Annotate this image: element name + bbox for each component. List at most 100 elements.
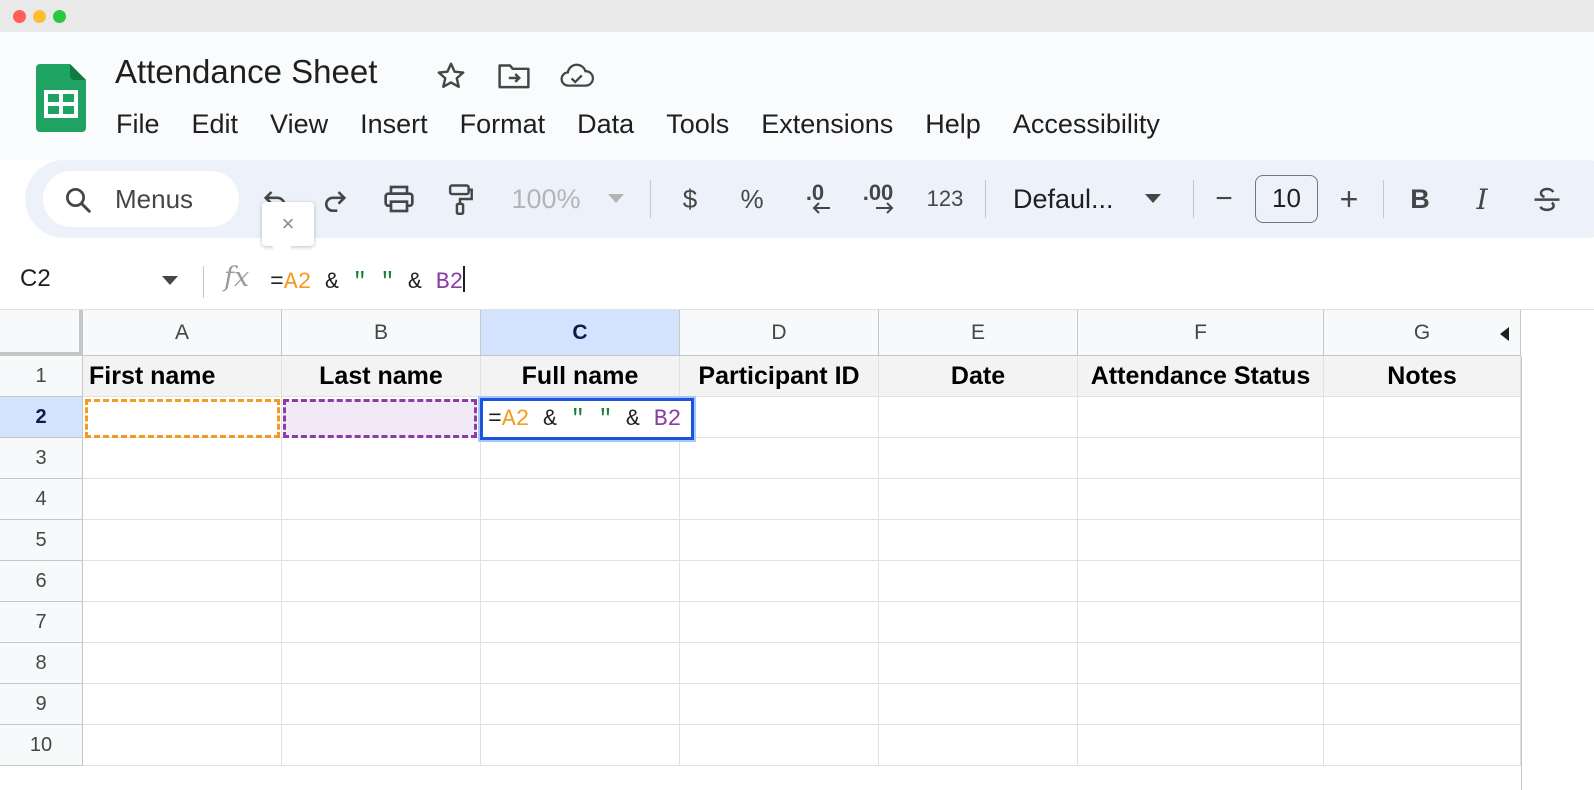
select-all-corner[interactable] bbox=[0, 310, 83, 356]
cloud-saved-icon[interactable] bbox=[559, 58, 595, 94]
cell-a7[interactable] bbox=[83, 602, 282, 643]
cell-b9[interactable] bbox=[282, 684, 481, 725]
row-header-4[interactable]: 4 bbox=[0, 479, 83, 520]
column-header-d[interactable]: D bbox=[680, 310, 879, 356]
tooltip-close-icon[interactable]: × bbox=[262, 202, 314, 246]
cell-e8[interactable] bbox=[879, 643, 1078, 684]
strikethrough-icon[interactable] bbox=[1527, 178, 1567, 220]
row-header-3[interactable]: 3 bbox=[0, 438, 83, 479]
column-header-b[interactable]: B bbox=[282, 310, 481, 356]
cell-g2[interactable] bbox=[1324, 397, 1521, 438]
cell-d7[interactable] bbox=[680, 602, 879, 643]
cell-f6[interactable] bbox=[1078, 561, 1324, 602]
document-title[interactable]: Attendance Sheet bbox=[115, 53, 377, 91]
cell-c6[interactable] bbox=[481, 561, 680, 602]
cell-b4[interactable] bbox=[282, 479, 481, 520]
cell-c3[interactable] bbox=[481, 438, 680, 479]
cell-b5[interactable] bbox=[282, 520, 481, 561]
scroll-left-arrow-icon[interactable] bbox=[1500, 327, 1509, 341]
cell-f1[interactable]: Attendance Status bbox=[1078, 356, 1324, 397]
cell-e9[interactable] bbox=[879, 684, 1078, 725]
row-header-6[interactable]: 6 bbox=[0, 561, 83, 602]
column-header-c[interactable]: C bbox=[481, 310, 680, 356]
cell-a6[interactable] bbox=[83, 561, 282, 602]
cell-a4[interactable] bbox=[83, 479, 282, 520]
cell-g9[interactable] bbox=[1324, 684, 1521, 725]
cell-d2[interactable] bbox=[680, 397, 879, 438]
cell-d9[interactable] bbox=[680, 684, 879, 725]
menu-insert[interactable]: Insert bbox=[344, 104, 444, 144]
cell-c9[interactable] bbox=[481, 684, 680, 725]
cell-d1[interactable]: Participant ID bbox=[680, 356, 879, 397]
name-box[interactable]: C2 bbox=[20, 265, 51, 293]
zoom-dropdown-icon[interactable] bbox=[605, 178, 627, 220]
cell-d3[interactable] bbox=[680, 438, 879, 479]
formula-input[interactable]: =A2 & " " & B2 bbox=[270, 266, 465, 295]
cell-e5[interactable] bbox=[879, 520, 1078, 561]
cell-f5[interactable] bbox=[1078, 520, 1324, 561]
cell-e10[interactable] bbox=[879, 725, 1078, 766]
cell-a5[interactable] bbox=[83, 520, 282, 561]
column-header-f[interactable]: F bbox=[1078, 310, 1324, 356]
close-window-button[interactable] bbox=[13, 10, 26, 23]
paint-format-icon[interactable] bbox=[442, 178, 478, 220]
row-header-2[interactable]: 2 bbox=[0, 397, 83, 438]
cell-f4[interactable] bbox=[1078, 479, 1324, 520]
cell-e3[interactable] bbox=[879, 438, 1078, 479]
move-folder-icon[interactable] bbox=[496, 58, 532, 94]
cell-g10[interactable] bbox=[1324, 725, 1521, 766]
menu-file[interactable]: File bbox=[100, 104, 176, 144]
row-header-10[interactable]: 10 bbox=[0, 725, 83, 766]
menu-extensions[interactable]: Extensions bbox=[745, 104, 909, 144]
cell-f3[interactable] bbox=[1078, 438, 1324, 479]
cell-c10[interactable] bbox=[481, 725, 680, 766]
currency-format-button[interactable]: $ bbox=[675, 178, 705, 220]
cell-c7[interactable] bbox=[481, 602, 680, 643]
menu-data[interactable]: Data bbox=[561, 104, 650, 144]
more-formats-button[interactable]: 123 bbox=[923, 178, 967, 220]
font-family-select[interactable]: Defaul... bbox=[1013, 178, 1123, 220]
sheets-logo-icon[interactable] bbox=[36, 64, 86, 137]
percent-format-button[interactable]: % bbox=[735, 178, 769, 220]
zoom-window-button[interactable] bbox=[53, 10, 66, 23]
decrease-font-size-button[interactable]: − bbox=[1210, 178, 1238, 220]
column-header-g[interactable]: G bbox=[1324, 310, 1521, 356]
cell-g8[interactable] bbox=[1324, 643, 1521, 684]
row-header-8[interactable]: 8 bbox=[0, 643, 83, 684]
row-header-1[interactable]: 1 bbox=[0, 356, 83, 397]
cell-f8[interactable] bbox=[1078, 643, 1324, 684]
menu-format[interactable]: Format bbox=[444, 104, 562, 144]
cell-b3[interactable] bbox=[282, 438, 481, 479]
cell-a3[interactable] bbox=[83, 438, 282, 479]
cell-d6[interactable] bbox=[680, 561, 879, 602]
cell-c1[interactable]: Full name bbox=[481, 356, 680, 397]
minimize-window-button[interactable] bbox=[33, 10, 46, 23]
cell-g1[interactable]: Notes bbox=[1324, 356, 1521, 397]
cell-b6[interactable] bbox=[282, 561, 481, 602]
cell-e6[interactable] bbox=[879, 561, 1078, 602]
redo-icon[interactable] bbox=[317, 178, 353, 220]
star-icon[interactable] bbox=[433, 58, 469, 94]
cell-e1[interactable]: Date bbox=[879, 356, 1078, 397]
cell-f10[interactable] bbox=[1078, 725, 1324, 766]
row-header-5[interactable]: 5 bbox=[0, 520, 83, 561]
cell-e4[interactable] bbox=[879, 479, 1078, 520]
menu-tools[interactable]: Tools bbox=[650, 104, 745, 144]
cell-d10[interactable] bbox=[680, 725, 879, 766]
increase-font-size-button[interactable]: + bbox=[1335, 178, 1363, 220]
cell-e2[interactable] bbox=[879, 397, 1078, 438]
cell-c8[interactable] bbox=[481, 643, 680, 684]
cell-b10[interactable] bbox=[282, 725, 481, 766]
cell-a1[interactable]: First name bbox=[83, 356, 282, 397]
cell-c5[interactable] bbox=[481, 520, 680, 561]
font-dropdown-icon[interactable] bbox=[1142, 178, 1164, 220]
cell-a10[interactable] bbox=[83, 725, 282, 766]
cell-g3[interactable] bbox=[1324, 438, 1521, 479]
cell-d8[interactable] bbox=[680, 643, 879, 684]
cell-e7[interactable] bbox=[879, 602, 1078, 643]
bold-button[interactable]: B bbox=[1405, 178, 1435, 220]
cell-c4[interactable] bbox=[481, 479, 680, 520]
menus-search-box[interactable]: Menus bbox=[43, 171, 239, 227]
font-size-input[interactable]: 10 bbox=[1255, 175, 1318, 223]
row-header-9[interactable]: 9 bbox=[0, 684, 83, 725]
